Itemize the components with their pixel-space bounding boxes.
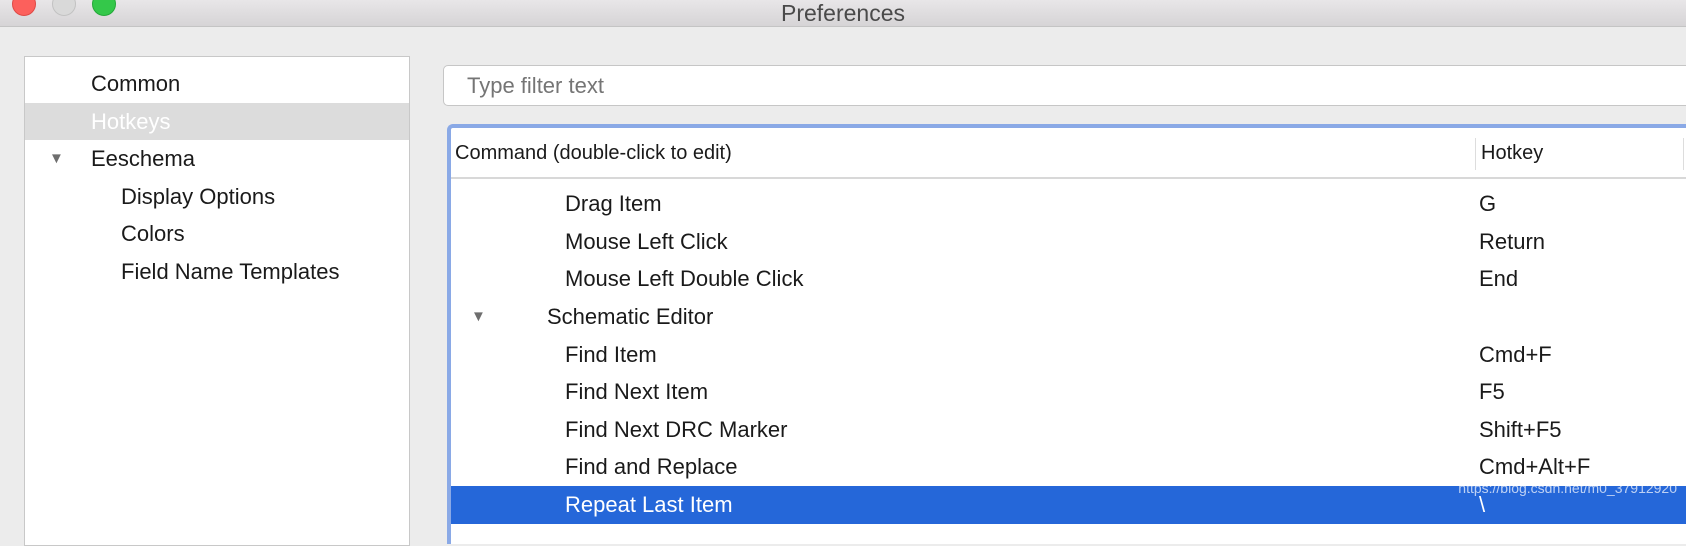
sidebar-item-label: Field Name Templates — [121, 259, 340, 284]
sidebar-item-label: Common — [91, 71, 181, 96]
command-cell: Mouse Left Click — [565, 229, 728, 254]
column-header-hotkey[interactable]: Hotkey — [1481, 128, 1543, 179]
table-row[interactable]: Drag Item G — [451, 185, 1686, 223]
section-label: Schematic Editor — [547, 304, 714, 329]
command-cell: Find Item — [565, 342, 657, 367]
column-header-command[interactable]: Command (double-click to edit) — [455, 128, 732, 179]
table-section-row[interactable]: ▼ Schematic Editor — [451, 298, 1686, 336]
hotkey-cell: End — [1479, 266, 1519, 291]
filter-input[interactable] — [443, 65, 1686, 106]
table-row[interactable]: Find Item Cmd+F — [451, 336, 1686, 374]
table-row[interactable]: Find Next Item F5 — [451, 373, 1686, 411]
sidebar-item-field-name-templates[interactable]: Field Name Templates — [25, 253, 409, 290]
command-cell: Find and Replace — [565, 454, 738, 479]
column-divider[interactable] — [1683, 138, 1684, 170]
command-cell: Drag Item — [565, 191, 662, 216]
sidebar-item-colors[interactable]: Colors — [25, 215, 409, 252]
table-header: Command (double-click to edit) Hotkey — [451, 128, 1686, 179]
watermark: https://blog.csdn.net/m0_37912920 — [1458, 480, 1677, 496]
hotkey-cell: G — [1479, 191, 1497, 216]
sidebar-item-label: Colors — [121, 221, 185, 246]
hotkey-cell: Shift+F5 — [1479, 417, 1562, 442]
preferences-tree: Common Hotkeys ▼ Eeschema Display Options… — [24, 56, 410, 546]
title-bar: Preferences — [0, 0, 1686, 27]
hotkeys-table: Command (double-click to edit) Hotkey Dr… — [447, 124, 1686, 544]
command-cell: Repeat Last Item — [565, 492, 733, 517]
table-row-selected[interactable]: Repeat Last Item \ https://blog.csdn.net/m… — [451, 480, 1686, 524]
command-cell: Find Next Item — [565, 379, 709, 404]
column-divider[interactable] — [1475, 138, 1476, 170]
window-title: Preferences — [780, 0, 905, 26]
sidebar-item-label: Eeschema — [91, 146, 195, 171]
sidebar-item-label: Hotkeys — [91, 109, 171, 134]
hotkey-cell: F5 — [1479, 379, 1505, 404]
sidebar-item-label: Display Options — [121, 184, 276, 209]
table-row[interactable]: Mouse Left Double Click End — [451, 260, 1686, 298]
hotkey-cell: Return — [1479, 229, 1546, 254]
hotkey-cell: Cmd+F — [1479, 342, 1552, 367]
sidebar-item-hotkeys[interactable]: Hotkeys — [25, 103, 409, 140]
sidebar-item-eeschema[interactable]: ▼ Eeschema — [25, 140, 409, 177]
command-cell: Find Next DRC Marker — [565, 417, 788, 442]
disclosure-triangle-icon[interactable]: ▼ — [471, 298, 486, 335]
sidebar-item-common[interactable]: Common — [25, 65, 409, 102]
disclosure-triangle-icon[interactable]: ▼ — [49, 140, 64, 177]
table-row[interactable]: Find Next DRC Marker Shift+F5 — [451, 411, 1686, 449]
command-cell: Mouse Left Double Click — [565, 266, 804, 291]
table-row[interactable]: Mouse Left Click Return — [451, 223, 1686, 261]
sidebar-item-display-options[interactable]: Display Options — [25, 178, 409, 215]
